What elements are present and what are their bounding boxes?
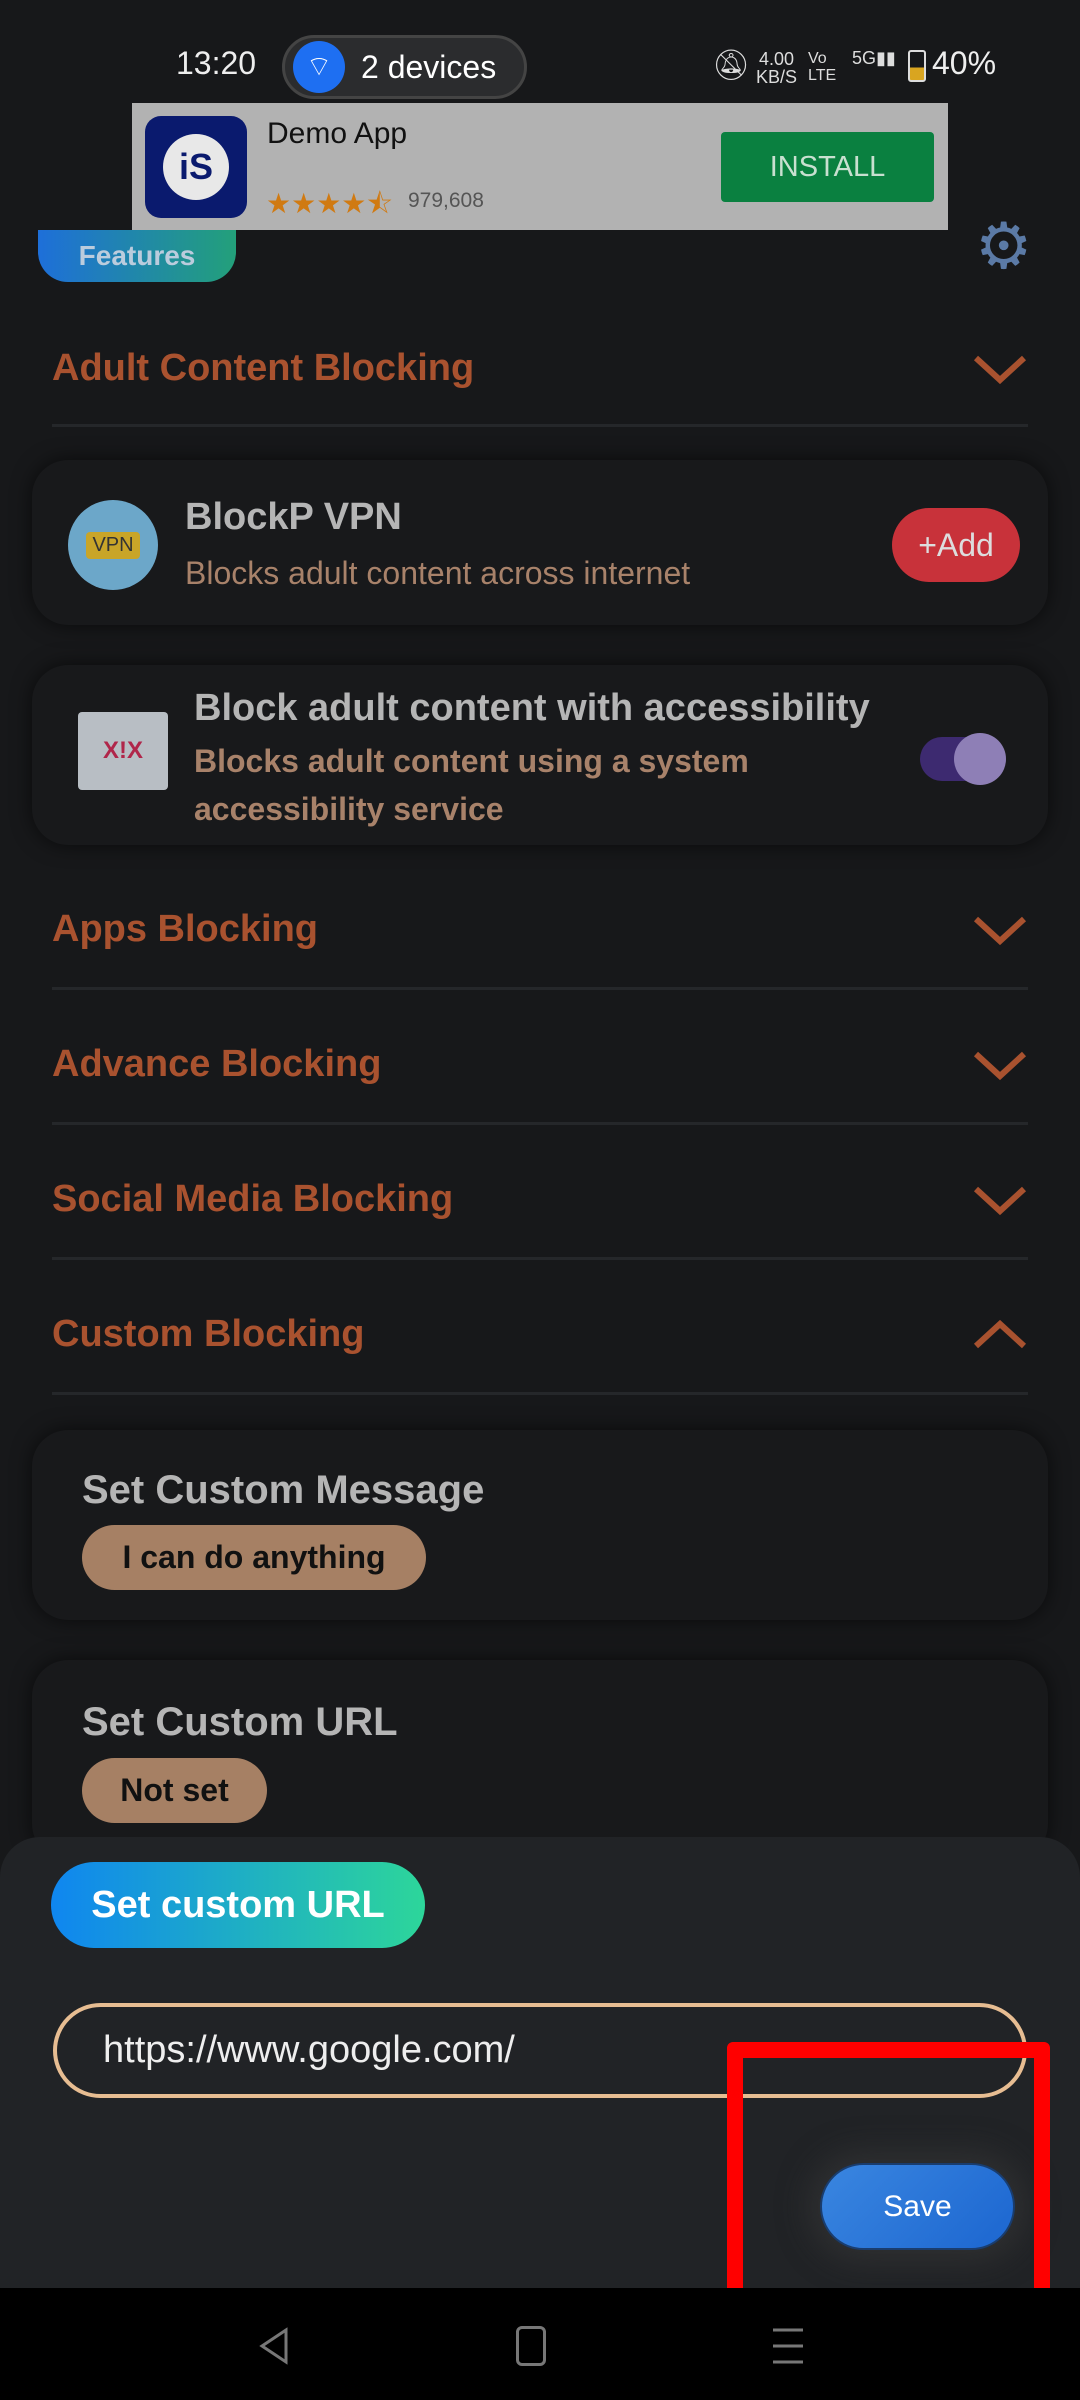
highlight-box: [727, 2042, 1050, 2318]
custom-url-value: Not set: [82, 1758, 267, 1823]
divider: [52, 1392, 1028, 1395]
accessibility-subtitle-2: accessibility service: [194, 791, 504, 827]
back-icon[interactable]: [258, 2326, 290, 2366]
section-label: Advance Blocking: [52, 1042, 382, 1085]
accessibility-card: X!X Block adult content with accessibili…: [32, 665, 1048, 845]
section-apps-blocking[interactable]: Apps Blocking: [52, 899, 1028, 959]
ad-app-name: Demo App: [267, 117, 408, 150]
sheet-title: Set custom URL: [51, 1862, 425, 1948]
url-input-value: https://www.google.com/: [103, 2029, 515, 2071]
battery-icon: [908, 50, 926, 82]
ad-banner[interactable]: iS Demo App ★★★★⯪ 979,608 INSTALL: [132, 103, 948, 230]
signal-icon: 5G▮▮: [852, 48, 896, 68]
home-icon[interactable]: [516, 2326, 546, 2366]
battery-percent: 40%: [932, 45, 997, 81]
section-social-media-blocking[interactable]: Social Media Blocking: [52, 1169, 1028, 1229]
settings-gear-icon[interactable]: ⚙: [975, 214, 1043, 278]
hotspot-label: 2 devices: [361, 48, 497, 85]
divider: [52, 424, 1028, 427]
section-adult-content-blocking[interactable]: Adult Content Blocking: [52, 338, 1028, 398]
volte-icon: Vo LTE: [808, 50, 837, 84]
chevron-down-icon: [973, 916, 1027, 946]
chevron-down-icon: [973, 1186, 1027, 1216]
ad-review-count: 979,608: [408, 189, 484, 212]
wifi-hotspot-icon: ⌔: [293, 41, 345, 93]
section-label: Custom Blocking: [52, 1312, 365, 1355]
custom-message-value: I can do anything: [82, 1525, 426, 1590]
divider: [52, 1122, 1028, 1125]
chevron-down-icon: [973, 1051, 1027, 1081]
ad-rating-stars: ★★★★⯪: [266, 188, 393, 219]
chevron-down-icon: [973, 355, 1027, 385]
features-button[interactable]: Features: [38, 230, 236, 282]
recents-menu-icon[interactable]: [771, 2326, 805, 2366]
monitor-warning-icon: X!X: [78, 712, 168, 790]
divider: [52, 987, 1028, 990]
custom-url-card[interactable]: Set Custom URL Not set: [32, 1660, 1048, 1860]
add-vpn-button[interactable]: +Add: [892, 508, 1020, 582]
navigation-bar: [0, 2288, 1080, 2400]
accessibility-title: Block adult content with accessibility: [194, 687, 870, 729]
clock: 13:20: [176, 45, 257, 81]
section-custom-blocking[interactable]: Custom Blocking: [52, 1304, 1028, 1364]
divider: [52, 1257, 1028, 1260]
section-label: Social Media Blocking: [52, 1177, 454, 1220]
accessibility-subtitle-1: Blocks adult content using a system: [194, 743, 749, 779]
custom-message-card[interactable]: Set Custom Message I can do anything: [32, 1430, 1048, 1620]
section-label: Apps Blocking: [52, 907, 319, 950]
vpn-subtitle: Blocks adult content across internet: [185, 555, 691, 591]
vpn-card: VPN BlockP VPN Blocks adult content acro…: [32, 460, 1048, 625]
section-label: Adult Content Blocking: [52, 346, 475, 389]
speed-indicator: 4.00 KB/S: [756, 49, 798, 87]
ad-app-icon: iS: [145, 116, 247, 218]
section-advance-blocking[interactable]: Advance Blocking: [52, 1034, 1028, 1094]
accessibility-toggle[interactable]: [920, 733, 1006, 785]
chevron-up-icon: [973, 1319, 1027, 1349]
install-button[interactable]: INSTALL: [721, 132, 934, 202]
custom-message-title: Set Custom Message: [82, 1468, 485, 1512]
vpn-globe-icon: VPN: [68, 500, 158, 590]
mute-icon: 🔕︎: [712, 49, 751, 82]
vpn-title: BlockP VPN: [185, 496, 402, 538]
hotspot-pill[interactable]: ⌔ 2 devices: [282, 35, 527, 99]
custom-url-title: Set Custom URL: [82, 1700, 398, 1744]
